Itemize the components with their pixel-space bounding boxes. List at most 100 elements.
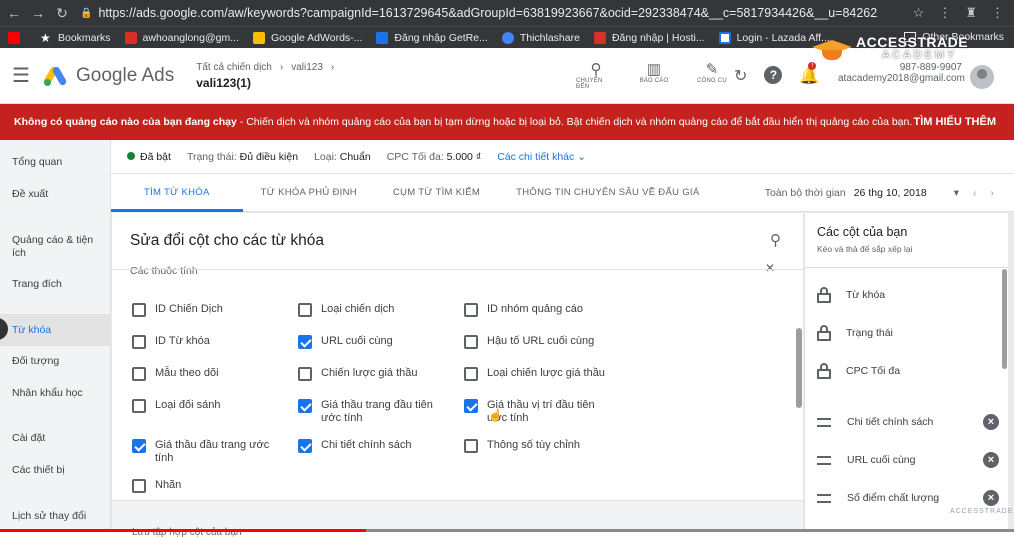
remove-column-icon[interactable]: ×: [983, 490, 999, 506]
refresh-icon[interactable]: ↻: [734, 66, 747, 86]
column-checkbox[interactable]: ID Từ khóa: [132, 335, 282, 349]
panel-scrollbar[interactable]: [796, 328, 802, 408]
column-checkbox[interactable]: ID nhóm quảng cáo: [464, 303, 614, 317]
sidebar-item[interactable]: Đề xuất: [0, 188, 111, 201]
column-checkbox[interactable]: Loại chiến lược giá thầu: [464, 367, 614, 381]
menu-hamburger-icon[interactable]: ☰: [0, 63, 42, 88]
column-checkbox[interactable]: Loại chiến dịch: [298, 303, 448, 317]
wrench-icon: ✎: [705, 61, 719, 78]
url-text[interactable]: https://ads.google.com/aw/keywords?campa…: [98, 6, 878, 20]
avatar[interactable]: [970, 65, 994, 89]
column-checkbox[interactable]: Loại đối sánh: [132, 399, 282, 413]
checkbox-unchecked-icon[interactable]: [464, 303, 478, 317]
column-checkbox[interactable]: Hậu tố URL cuối cùng: [464, 335, 614, 349]
notifications-icon[interactable]: 🔔!: [799, 62, 819, 86]
youtube-bookmark[interactable]: [8, 31, 26, 44]
movable-column-item[interactable]: URL cuối cùng ×: [817, 452, 999, 468]
google-ads-logo[interactable]: Google Ads: [42, 65, 174, 87]
bookmark-item[interactable]: ★ Bookmarks: [40, 32, 111, 44]
sidebar-item[interactable]: Từ khóa: [0, 314, 111, 346]
tab-negative-keywords[interactable]: TỪ KHÓA PHỦ ĐỊNH: [243, 174, 375, 212]
attributes-section-label[interactable]: Các thuộc tính: [130, 265, 198, 275]
more-details-button[interactable]: Các chi tiết khác ⌄: [497, 151, 586, 163]
sidebar-item[interactable]: Các thiết bị: [0, 464, 111, 477]
bookmark-star-icon[interactable]: ☆: [913, 5, 925, 21]
collapse-section-icon[interactable]: ✕: [765, 261, 775, 275]
learn-more-button[interactable]: TÌM HIỂU THÊM: [914, 116, 997, 128]
checkbox-unchecked-icon[interactable]: [132, 303, 146, 317]
sidebar-item[interactable]: Tổng quan: [0, 156, 111, 169]
movable-column-item[interactable]: Số điểm chất lượng ×: [817, 490, 999, 506]
goto-button[interactable]: ⚲ CHUYỂN ĐẾN: [576, 60, 616, 90]
next-period-icon[interactable]: ›: [991, 187, 995, 199]
column-checkbox[interactable]: Mẫu theo dõi: [132, 367, 282, 381]
page-title[interactable]: vali123(1): [196, 76, 334, 90]
sidebar-item[interactable]: Đối tượng: [0, 355, 111, 368]
tab-search-terms[interactable]: CỤM TỪ TÌM KIẾM: [375, 174, 498, 212]
column-checkbox[interactable]: URL cuối cùng: [298, 335, 448, 349]
checkbox-unchecked-icon[interactable]: [132, 399, 146, 413]
sidebar-item[interactable]: Trang đích: [0, 278, 111, 291]
checkbox-unchecked-icon[interactable]: [464, 439, 478, 453]
column-checkbox[interactable]: Giá thầu vị trí đầu tiên ước tính: [464, 399, 614, 424]
dropdown-arrow-icon[interactable]: ▾: [954, 187, 959, 199]
column-checkbox[interactable]: Chi tiết chính sách: [298, 439, 448, 453]
column-checkbox[interactable]: Giá thầu đầu trang ước tính: [132, 439, 282, 464]
sidebar-item[interactable]: Cài đặt: [0, 432, 111, 445]
checkbox-unchecked-icon[interactable]: [132, 335, 146, 349]
movable-column-item[interactable]: Chi tiết chính sách ×: [817, 414, 999, 430]
checkbox-unchecked-icon[interactable]: [298, 303, 312, 317]
checkbox-checked-icon[interactable]: [298, 399, 312, 413]
checkbox-unchecked-icon[interactable]: [464, 335, 478, 349]
checkbox-unchecked-icon[interactable]: [132, 479, 146, 493]
breadcrumb-all-campaigns[interactable]: Tất cả chiến dịch: [196, 62, 272, 73]
extension-icon-2[interactable]: ♜: [965, 5, 977, 21]
date-range-label: Toàn bộ thời gian: [764, 187, 846, 199]
back-icon[interactable]: ←: [4, 5, 24, 21]
sidebar-item[interactable]: Nhân khẩu học: [0, 387, 111, 400]
sidebar-item[interactable]: Lịch sử thay đổi: [0, 510, 111, 523]
search-icon[interactable]: ⚲: [770, 231, 781, 249]
enabled-status[interactable]: Đã bật: [127, 151, 171, 163]
checkbox-checked-icon[interactable]: [298, 439, 312, 453]
checkbox-label: Giá thầu trang đầu tiên ước tính: [321, 399, 433, 424]
date-range-picker[interactable]: Toàn bộ thời gian 26 thg 10, 2018 ▾ ‹ ›: [765, 174, 994, 212]
columns-scrollbar[interactable]: [1002, 269, 1007, 369]
bookmark-item[interactable]: Google AdWords-...: [252, 31, 362, 44]
column-checkbox[interactable]: Chiến lược giá thầu: [298, 367, 448, 381]
checkbox-checked-icon[interactable]: [132, 439, 146, 453]
reload-icon[interactable]: ↻: [52, 5, 72, 22]
address-bar[interactable]: 🔒 https://ads.google.com/aw/keywords?cam…: [80, 3, 913, 23]
tools-button[interactable]: ✎ CÔNG CỤ: [692, 60, 732, 90]
tab-search-keywords[interactable]: TÌM TỪ KHÓA: [111, 174, 243, 212]
checkbox-unchecked-icon[interactable]: [298, 367, 312, 381]
menu-icon[interactable]: ⋮: [991, 5, 1004, 21]
account-email: atacademy2018@gmail.com: [838, 73, 965, 84]
tab-auction-insights[interactable]: THÔNG TIN CHUYÊN SÂU VỀ ĐẤU GIÁ: [498, 174, 717, 212]
bookmark-item[interactable]: Đăng nhập GetRe...: [376, 31, 488, 44]
column-checkbox[interactable]: Nhãn: [132, 479, 282, 493]
extension-icon[interactable]: ⋮: [938, 5, 951, 21]
prev-period-icon[interactable]: ‹: [973, 187, 977, 199]
remove-column-icon[interactable]: ×: [983, 414, 999, 430]
bookmark-item[interactable]: Thichlashare: [501, 31, 580, 44]
drag-handle-icon[interactable]: [817, 455, 831, 465]
drag-handle-icon[interactable]: [817, 417, 831, 427]
sidebar-item[interactable]: Quảng cáo & tiện ích: [0, 234, 100, 260]
account-info[interactable]: 987-889-9907 atacademy2018@gmail.com: [838, 62, 965, 84]
breadcrumb-campaign[interactable]: vali123: [291, 62, 323, 73]
checkbox-checked-icon[interactable]: [298, 335, 312, 349]
remove-column-icon[interactable]: ×: [983, 452, 999, 468]
forward-icon[interactable]: →: [28, 5, 48, 21]
help-icon[interactable]: ?: [764, 66, 783, 84]
checkbox-unchecked-icon[interactable]: [464, 367, 478, 381]
column-checkbox[interactable]: Giá thầu trang đầu tiên ước tính: [298, 399, 448, 424]
bookmark-item[interactable]: Đăng nhập | Hosti...: [593, 31, 705, 44]
checkbox-unchecked-icon[interactable]: [132, 367, 146, 381]
checkbox-checked-icon[interactable]: [464, 399, 478, 413]
reports-button[interactable]: ▥ BÁO CÁO: [634, 60, 674, 90]
bookmark-item[interactable]: awhoanglong@gm...: [124, 31, 239, 44]
column-checkbox[interactable]: Thông số tùy chỉnh: [464, 439, 614, 453]
drag-handle-icon[interactable]: [817, 493, 831, 503]
column-checkbox[interactable]: ID Chiến Dịch: [132, 303, 282, 317]
